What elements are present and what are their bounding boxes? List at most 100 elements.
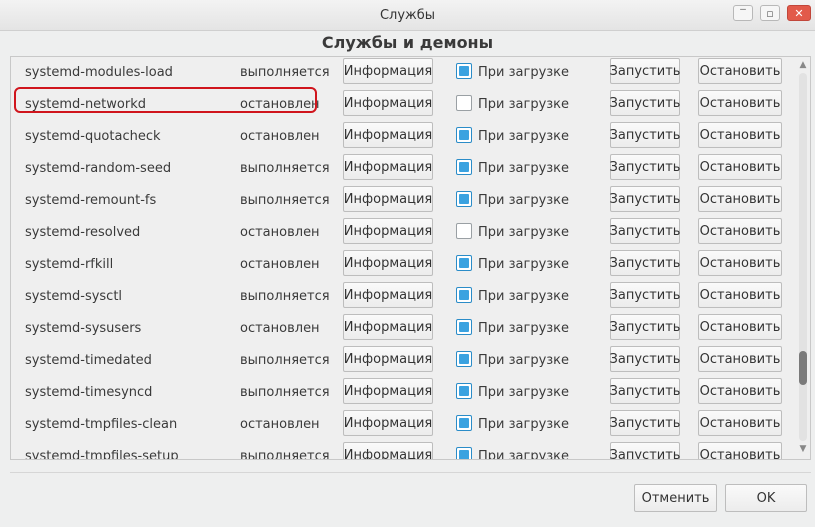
service-status: остановлен: [240, 129, 320, 144]
service-row: systemd-tmpfiles-clean остановлен Информац…: [11, 410, 796, 445]
start-button[interactable]: Запустить: [610, 250, 680, 276]
start-button[interactable]: Запустить: [610, 314, 680, 340]
info-button[interactable]: Информация: [343, 410, 433, 436]
stop-button[interactable]: Остановить: [698, 122, 782, 148]
on-boot-label: При загрузке: [478, 417, 570, 432]
stop-button[interactable]: Остановить: [698, 186, 782, 212]
service-name: systemd-tmpfiles-clean: [25, 417, 178, 432]
footer-divider: [10, 472, 811, 473]
stop-button[interactable]: Остановить: [698, 314, 782, 340]
info-button[interactable]: Информация: [343, 90, 433, 116]
service-status: остановлен: [240, 321, 320, 336]
service-status: выполняется: [240, 65, 330, 80]
service-name: systemd-networkd: [25, 97, 146, 112]
info-button[interactable]: Информация: [343, 378, 433, 404]
info-button[interactable]: Информация: [343, 282, 433, 308]
service-name: systemd-rfkill: [25, 257, 114, 272]
on-boot-label: При загрузке: [478, 65, 570, 80]
service-row: systemd-tmpfiles-setup выполняется Информа…: [11, 442, 796, 459]
start-button[interactable]: Запустить: [610, 186, 680, 212]
title-bar[interactable]: Службы ‾ ▫ ✕: [0, 0, 815, 31]
service-name: systemd-sysctl: [25, 289, 123, 304]
service-row: systemd-sysusers остановлен Информация При …: [11, 314, 796, 349]
start-button[interactable]: Запустить: [610, 90, 680, 116]
on-boot-label: При загрузке: [478, 161, 570, 176]
service-status: остановлен: [240, 417, 320, 432]
on-boot-checkbox[interactable]: [456, 255, 472, 271]
service-row: systemd-quotacheck остановлен Информация Пр…: [11, 122, 796, 157]
minimize-icon[interactable]: ‾: [733, 5, 753, 21]
info-button[interactable]: Информация: [343, 250, 433, 276]
stop-button[interactable]: Остановить: [698, 58, 782, 84]
info-button[interactable]: Информация: [343, 218, 433, 244]
info-button[interactable]: Информация: [343, 58, 433, 84]
info-button[interactable]: Информация: [343, 154, 433, 180]
service-row: systemd-sysctl выполняется Информация При з…: [11, 282, 796, 317]
start-button[interactable]: Запустить: [610, 122, 680, 148]
on-boot-checkbox[interactable]: [456, 351, 472, 367]
window-title: Службы: [379, 8, 436, 23]
on-boot-label: При загрузке: [478, 129, 570, 144]
on-boot-label: При загрузке: [478, 449, 570, 459]
info-button[interactable]: Информация: [343, 442, 433, 459]
start-button[interactable]: Запустить: [610, 282, 680, 308]
service-row: systemd-rfkill остановлен Информация При за…: [11, 250, 796, 285]
ok-button[interactable]: OK: [725, 484, 807, 512]
info-button[interactable]: Информация: [343, 186, 433, 212]
start-button[interactable]: Запустить: [610, 410, 680, 436]
stop-button[interactable]: Остановить: [698, 410, 782, 436]
start-button[interactable]: Запустить: [610, 58, 680, 84]
on-boot-checkbox[interactable]: [456, 319, 472, 335]
service-name: systemd-quotacheck: [25, 129, 161, 144]
on-boot-checkbox[interactable]: [456, 447, 472, 459]
service-row: systemd-resolved остановлен Информация При …: [11, 218, 796, 253]
on-boot-label: При загрузке: [478, 385, 570, 400]
scroll-thumb[interactable]: [799, 351, 807, 385]
service-name: systemd-modules-load: [25, 65, 173, 80]
service-status: выполняется: [240, 193, 330, 208]
start-button[interactable]: Запустить: [610, 346, 680, 372]
info-button[interactable]: Информация: [343, 346, 433, 372]
stop-button[interactable]: Остановить: [698, 250, 782, 276]
on-boot-checkbox[interactable]: [456, 159, 472, 175]
info-button[interactable]: Информация: [343, 314, 433, 340]
on-boot-checkbox[interactable]: [456, 383, 472, 399]
on-boot-checkbox[interactable]: [456, 223, 472, 239]
stop-button[interactable]: Остановить: [698, 90, 782, 116]
service-name: systemd-timesyncd: [25, 385, 153, 400]
service-row: systemd-timesyncd выполняется Информация Пр…: [11, 378, 796, 413]
close-icon[interactable]: ✕: [787, 5, 811, 21]
service-name: systemd-remount-fs: [25, 193, 157, 208]
stop-button[interactable]: Остановить: [698, 154, 782, 180]
start-button[interactable]: Запустить: [610, 378, 680, 404]
on-boot-label: При загрузке: [478, 257, 570, 272]
on-boot-label: При загрузке: [478, 97, 570, 112]
start-button[interactable]: Запустить: [610, 154, 680, 180]
vertical-scrollbar[interactable]: ▲ ▼: [796, 57, 810, 459]
services-rows: systemd-modules-load выполняется Информаци…: [11, 57, 796, 459]
on-boot-label: При загрузке: [478, 321, 570, 336]
start-button[interactable]: Запустить: [610, 218, 680, 244]
info-button[interactable]: Информация: [343, 122, 433, 148]
stop-button[interactable]: Остановить: [698, 282, 782, 308]
on-boot-checkbox[interactable]: [456, 191, 472, 207]
on-boot-checkbox[interactable]: [456, 95, 472, 111]
service-status: выполняется: [240, 449, 330, 459]
scroll-track[interactable]: [799, 73, 807, 441]
stop-button[interactable]: Остановить: [698, 442, 782, 459]
on-boot-checkbox[interactable]: [456, 63, 472, 79]
service-name: systemd-timedated: [25, 353, 152, 368]
scroll-up-icon[interactable]: ▲: [797, 59, 809, 71]
on-boot-checkbox[interactable]: [456, 287, 472, 303]
start-button[interactable]: Запустить: [610, 442, 680, 459]
cancel-button[interactable]: Отменить: [634, 484, 717, 512]
scroll-down-icon[interactable]: ▼: [797, 443, 809, 455]
stop-button[interactable]: Остановить: [698, 346, 782, 372]
service-status: выполняется: [240, 385, 330, 400]
maximize-icon[interactable]: ▫: [760, 5, 780, 21]
on-boot-checkbox[interactable]: [456, 415, 472, 431]
stop-button[interactable]: Остановить: [698, 218, 782, 244]
service-row: systemd-modules-load выполняется Информаци…: [11, 58, 796, 93]
stop-button[interactable]: Остановить: [698, 378, 782, 404]
on-boot-checkbox[interactable]: [456, 127, 472, 143]
